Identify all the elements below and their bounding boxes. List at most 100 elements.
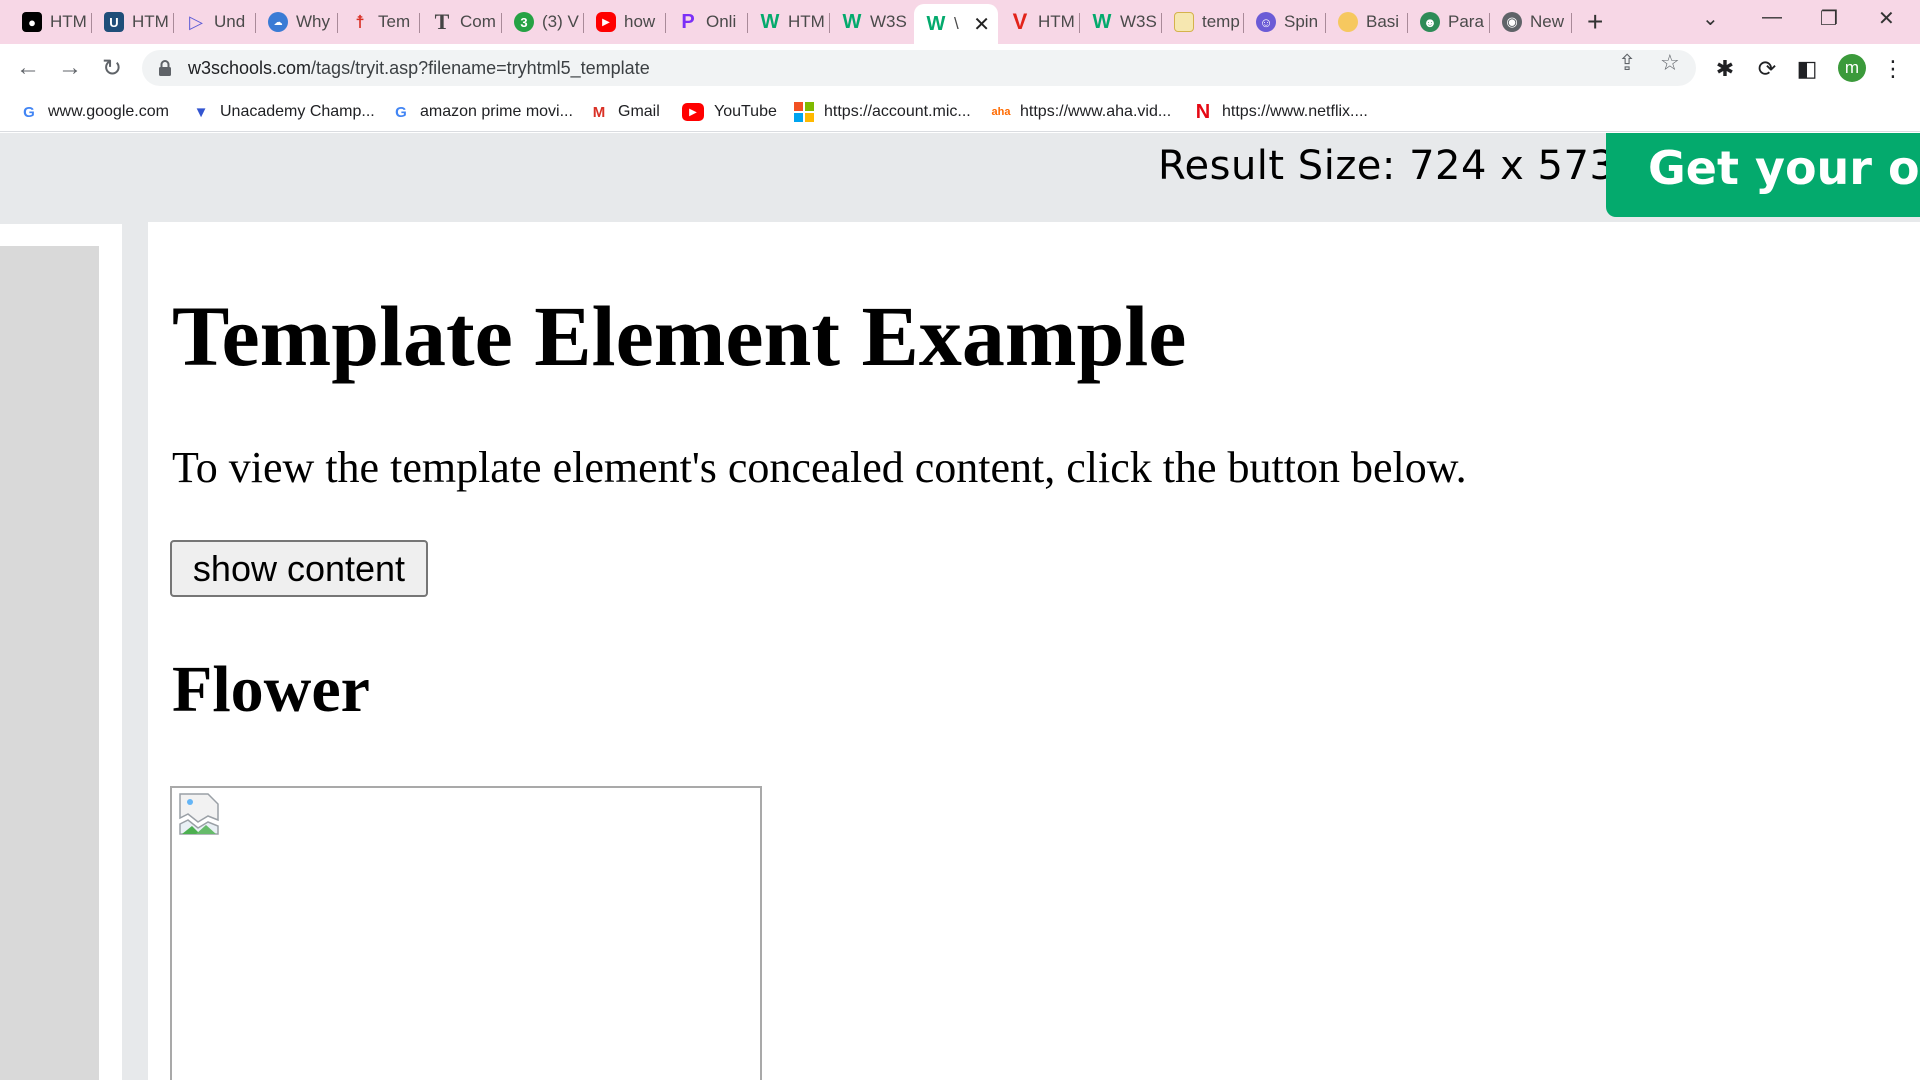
bookmark-label: YouTube	[714, 103, 777, 120]
description-text: To view the template element's concealed…	[172, 443, 1467, 492]
star-icon[interactable]: ☆	[1660, 50, 1680, 76]
tab-new[interactable]: ◉ New	[1490, 6, 1572, 38]
tab-label: W3S	[1120, 12, 1157, 31]
extension-icon[interactable]: ⟳	[1754, 56, 1780, 82]
w3-icon: W	[926, 12, 946, 35]
lock-icon	[159, 60, 171, 76]
profile-avatar[interactable]: m	[1838, 54, 1866, 82]
tab-search-chevron-icon[interactable]: ⌄	[1702, 6, 1719, 31]
window-close-icon[interactable]: ✕	[1878, 6, 1895, 31]
image-icon	[1174, 12, 1194, 32]
tab-htm-1[interactable]: ● HTM	[10, 6, 92, 38]
tab-label: New	[1530, 12, 1565, 31]
bookmark-gmail[interactable]: M Gmail	[590, 100, 660, 124]
aha-icon: aha	[991, 106, 1011, 118]
tab-label: how	[624, 12, 656, 31]
tab-how[interactable]: ▶ how	[584, 6, 666, 38]
bookmark-unacademy[interactable]: ▼ Unacademy Champ...	[192, 100, 375, 124]
bookmark-label: Unacademy Champ...	[220, 103, 375, 120]
tab-w3s-2[interactable]: W W3S	[1080, 6, 1162, 38]
tab-com[interactable]: T Com	[420, 6, 502, 38]
bookmark-label: https://www.aha.vid...	[1020, 103, 1172, 120]
bookmark-youtube[interactable]: ▶ YouTube	[682, 100, 777, 124]
tab-und[interactable]: ▷ Und	[174, 6, 256, 38]
v-letter-icon: V	[1012, 9, 1028, 34]
new-tab-plus-icon[interactable]: +	[1587, 8, 1603, 36]
tab-w3-htm[interactable]: W HTM	[748, 6, 830, 38]
show-content-button[interactable]: show content	[170, 540, 428, 597]
robot-icon: ☻	[1420, 12, 1440, 32]
url-host: w3schools.com	[188, 57, 312, 78]
tab-active-w3[interactable]: W \ ✕	[914, 4, 998, 44]
ub-icon: U	[104, 12, 124, 32]
page-title: Template Element Example	[172, 288, 1187, 384]
tab-label: \	[954, 14, 959, 33]
tab-htm-2[interactable]: U HTM	[92, 6, 174, 38]
tab-why[interactable]: ☁ Why	[256, 6, 338, 38]
bookmarks-bar: G www.google.com ▼ Unacademy Champ... G …	[0, 92, 1920, 132]
bookmark-netflix[interactable]: N https://www.netflix....	[1194, 100, 1368, 124]
bookmark-label: www.google.com	[48, 103, 169, 120]
bookmark-aha[interactable]: aha https://www.aha.vid...	[991, 100, 1172, 124]
chrome-icon: ◉	[1502, 12, 1522, 32]
close-icon[interactable]: ✕	[973, 12, 990, 37]
tab-onli[interactable]: P Onli	[666, 6, 748, 38]
tab-separator	[1571, 13, 1572, 33]
tab-label: W3S	[870, 12, 907, 31]
tab-label: Spin	[1284, 12, 1319, 31]
unacademy-icon: ▼	[193, 103, 209, 121]
share-icon[interactable]: ⇪	[1618, 50, 1636, 76]
code-editor[interactable]	[0, 246, 99, 1080]
result-frame: Template Element Example To view the tem…	[148, 224, 1920, 1080]
gmail-icon: M	[592, 103, 606, 121]
tab-basi[interactable]: Basi	[1326, 6, 1408, 38]
tab-tem[interactable]: ☨ Tem	[338, 6, 420, 38]
back-arrow-icon[interactable]: ←	[14, 54, 42, 82]
bookmark-label: https://account.mic...	[824, 103, 971, 120]
bookmark-amazon-prime[interactable]: G amazon prime movi...	[392, 100, 573, 124]
tab-label: (3) V	[542, 12, 579, 31]
p-letter-icon: P	[681, 10, 695, 33]
w3-icon: W	[1092, 10, 1112, 33]
flower-image	[170, 786, 762, 1080]
tab-label: Tem	[378, 12, 411, 31]
tab-label: HTM	[132, 12, 169, 31]
w3-icon: W	[760, 10, 780, 33]
url-text: w3schools.com/tags/tryit.asp?filename=tr…	[188, 58, 650, 79]
cloud-icon: ☁	[268, 12, 288, 32]
tab-whatsapp[interactable]: 3 (3) V	[502, 6, 584, 38]
address-bar[interactable]: w3schools.com/tags/tryit.asp?filename=tr…	[142, 50, 1696, 86]
forward-arrow-icon[interactable]: →	[56, 54, 84, 82]
tab-label: Onli	[706, 12, 737, 31]
w3-icon: W	[842, 10, 862, 33]
bookmark-microsoft[interactable]: https://account.mic...	[794, 100, 971, 124]
tab-label: HTM	[788, 12, 825, 31]
bookmark-google[interactable]: G www.google.com	[20, 100, 169, 124]
netflix-icon: N	[1195, 100, 1211, 123]
minimize-icon[interactable]: —	[1762, 6, 1782, 29]
get-your-own-button[interactable]: Get your own	[1606, 133, 1920, 217]
bookmark-label: amazon prime movi...	[420, 103, 573, 120]
tab-spin[interactable]: ☺ Spin	[1244, 6, 1326, 38]
browser-toolbar: ← → ↻ w3schools.com/tags/tryit.asp?filen…	[0, 44, 1920, 92]
tab-temp[interactable]: temp	[1162, 6, 1244, 38]
side-panel-icon[interactable]: ◧	[1794, 56, 1820, 82]
tab-label: HTM	[50, 12, 87, 31]
youtube-icon: ▶	[682, 103, 704, 121]
tab-w3s-1[interactable]: W W3S	[830, 6, 912, 38]
google-icon: G	[395, 103, 407, 121]
pane-divider[interactable]	[122, 222, 148, 1080]
bookmark-label: https://www.netflix....	[1222, 103, 1368, 120]
tab-para[interactable]: ☻ Para	[1408, 6, 1490, 38]
result-size-text: Result Size: 724 x 573	[1158, 143, 1616, 189]
extensions-puzzle-icon[interactable]: ✱	[1712, 56, 1738, 82]
menu-kebab-icon[interactable]: ⋮	[1880, 56, 1906, 82]
restore-icon[interactable]: ❐	[1820, 6, 1838, 31]
play-outline-icon: ▷	[189, 11, 203, 32]
reload-icon[interactable]: ↻	[98, 54, 126, 82]
youtube-icon: ▶	[596, 12, 616, 32]
tab-htm-v[interactable]: V HTM	[998, 6, 1080, 38]
tab-label: Basi	[1366, 12, 1400, 31]
tab-label: Com	[460, 12, 496, 31]
circle-icon	[1338, 12, 1358, 32]
